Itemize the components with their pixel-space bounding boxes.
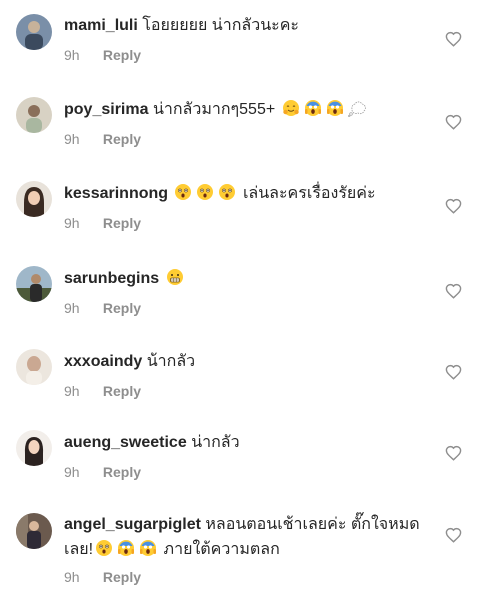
screaming-face-emoji — [117, 539, 135, 557]
reply-button[interactable]: Reply — [103, 47, 141, 63]
reply-button[interactable]: Reply — [103, 300, 141, 316]
comment-meta: 9h Reply — [64, 46, 434, 64]
thought-bubble-emoji — [347, 99, 366, 117]
like-heart-icon[interactable] — [445, 445, 462, 461]
comment-username[interactable]: poy_sirima — [64, 101, 148, 118]
comment-text-line: angel_sugarpiglet หลอนตอนเช้าเลยค่ะ ตั๊ก… — [64, 514, 434, 536]
comment-username[interactable]: xxxoaindy — [64, 353, 142, 370]
reply-button[interactable]: Reply — [103, 215, 141, 231]
comment-meta: 9h Reply — [64, 382, 434, 400]
comment-meta: 9h Reply — [64, 463, 434, 481]
comment-list: mami_luli โอยยยยย น่ากลัวนะคะ 9h Reply p… — [0, 0, 485, 600]
reply-button[interactable]: Reply — [103, 131, 141, 147]
comment-username[interactable]: aueng_sweetice — [64, 434, 187, 451]
comment-text: น่ากลัว — [191, 434, 240, 451]
like-heart-icon[interactable] — [445, 527, 462, 543]
avatar[interactable] — [16, 181, 52, 217]
comment-body: mami_luli โอยยยยย น่ากลัวนะคะ 9h Reply — [64, 15, 434, 64]
comment-text-line: xxxoaindy น้ากลัว — [64, 351, 434, 373]
grimacing-face-emoji — [166, 268, 184, 286]
like-heart-icon[interactable] — [445, 31, 462, 47]
comment-text-line: poy_sirima น่ากลัวมากๆ555+ — [64, 99, 434, 121]
comment-text: หลอนตอนเช้าเลยค่ะ ตั๊กใจหมด — [205, 516, 420, 533]
comment-text: น้ากลัว — [146, 353, 196, 370]
screaming-face-emoji — [326, 99, 344, 117]
hugging-face-emoji — [282, 99, 300, 117]
comment-username[interactable]: mami_luli — [64, 17, 138, 34]
reply-button[interactable]: Reply — [103, 383, 141, 399]
reply-button[interactable]: Reply — [103, 569, 141, 585]
astonished-face-emoji — [174, 183, 192, 201]
comment-time: 9h — [64, 131, 80, 147]
comment-text: น่ากลัวมากๆ555+ — [152, 101, 276, 118]
comment-meta: 9h Reply — [64, 130, 434, 148]
comment-body: aueng_sweetice น่ากลัว 9h Reply — [64, 432, 434, 481]
astonished-face-emoji — [196, 183, 214, 201]
astonished-face-emoji — [218, 183, 236, 201]
avatar[interactable] — [16, 97, 52, 133]
comment-time: 9h — [64, 464, 80, 480]
comment-text: เล่นละครเรื่องรัยค่ะ — [242, 185, 376, 202]
comment-meta: 9h Reply — [64, 568, 434, 586]
comment-username[interactable]: angel_sugarpiglet — [64, 516, 201, 533]
comment-text-line-2: เลย! ภายใต้ความตลก — [64, 539, 434, 561]
comment-body: poy_sirima น่ากลัวมากๆ555+ 9h Reply — [64, 99, 434, 148]
like-heart-icon[interactable] — [445, 198, 462, 214]
comment-text-after: ภายใต้ความตลก — [163, 541, 280, 558]
comment-time: 9h — [64, 383, 80, 399]
comment-text-line: sarunbegins — [64, 268, 434, 290]
comment-username[interactable]: kessarinnong — [64, 185, 168, 202]
comment-meta: 9h Reply — [64, 299, 434, 317]
comment-body: sarunbegins 9h Reply — [64, 268, 434, 317]
comment-time: 9h — [64, 215, 80, 231]
comment-body: xxxoaindy น้ากลัว 9h Reply — [64, 351, 434, 400]
comment-body: angel_sugarpiglet หลอนตอนเช้าเลยค่ะ ตั๊ก… — [64, 514, 434, 586]
comment-time: 9h — [64, 300, 80, 316]
avatar[interactable] — [16, 513, 52, 549]
comment-text-line: aueng_sweetice น่ากลัว — [64, 432, 434, 454]
comment-body: kessarinnong เล่นละครเรื่องรัยค่ะ 9h Rep… — [64, 183, 434, 232]
comment-time: 9h — [64, 569, 80, 585]
comment-time: 9h — [64, 47, 80, 63]
screaming-face-emoji — [139, 539, 157, 557]
comment-meta: 9h Reply — [64, 214, 434, 232]
avatar[interactable] — [16, 349, 52, 385]
like-heart-icon[interactable] — [445, 283, 462, 299]
like-heart-icon[interactable] — [445, 114, 462, 130]
comment-text-line: mami_luli โอยยยยย น่ากลัวนะคะ — [64, 15, 434, 37]
comment-text-line: kessarinnong เล่นละครเรื่องรัยค่ะ — [64, 183, 434, 205]
avatar[interactable] — [16, 430, 52, 466]
avatar[interactable] — [16, 14, 52, 50]
comment-text: โอยยยยย น่ากลัวนะคะ — [142, 17, 300, 34]
reply-button[interactable]: Reply — [103, 464, 141, 480]
astonished-face-emoji — [95, 539, 113, 557]
like-heart-icon[interactable] — [445, 364, 462, 380]
comment-username[interactable]: sarunbegins — [64, 270, 159, 287]
screaming-face-emoji — [304, 99, 322, 117]
comment-text-continued: เลย! — [64, 541, 94, 558]
avatar[interactable] — [16, 266, 52, 302]
